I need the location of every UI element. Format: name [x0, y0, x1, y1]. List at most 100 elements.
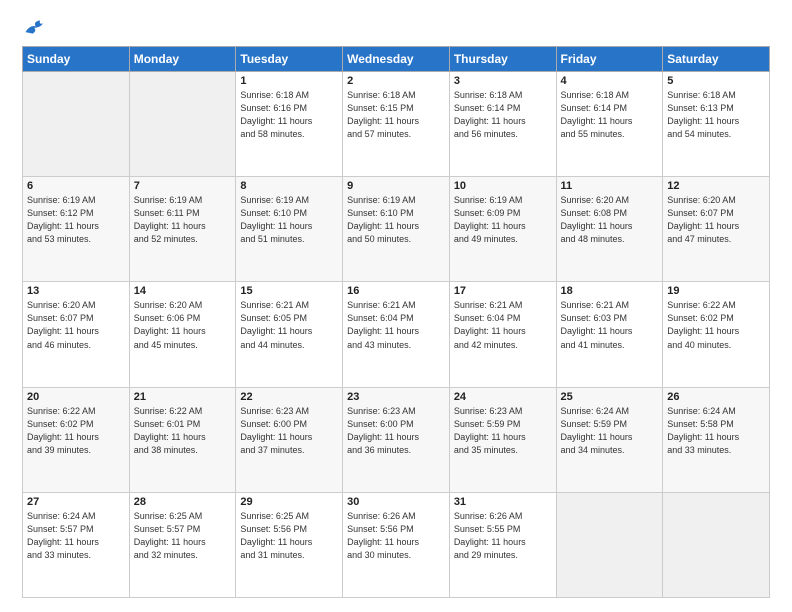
day-info: Sunrise: 6:19 AM Sunset: 6:10 PM Dayligh…	[347, 194, 445, 246]
day-number: 19	[667, 285, 765, 297]
weekday-header-friday: Friday	[556, 47, 663, 72]
day-number: 21	[134, 391, 232, 403]
calendar-cell: 5 Sunrise: 6:18 AM Sunset: 6:13 PM Daylig…	[663, 72, 770, 177]
day-number: 13	[27, 285, 125, 297]
calendar-cell: 7 Sunrise: 6:19 AM Sunset: 6:11 PM Daylig…	[129, 177, 236, 282]
page: SundayMondayTuesdayWednesdayThursdayFrid…	[0, 0, 792, 612]
day-number: 10	[454, 180, 552, 192]
day-info: Sunrise: 6:20 AM Sunset: 6:07 PM Dayligh…	[27, 299, 125, 351]
day-info: Sunrise: 6:20 AM Sunset: 6:07 PM Dayligh…	[667, 194, 765, 246]
day-number: 8	[240, 180, 338, 192]
day-number: 7	[134, 180, 232, 192]
day-number: 31	[454, 496, 552, 508]
day-number: 2	[347, 75, 445, 87]
weekday-header-row: SundayMondayTuesdayWednesdayThursdayFrid…	[23, 47, 770, 72]
calendar-cell: 13 Sunrise: 6:20 AM Sunset: 6:07 PM Dayli…	[23, 282, 130, 387]
calendar-cell: 19 Sunrise: 6:22 AM Sunset: 6:02 PM Dayli…	[663, 282, 770, 387]
calendar-cell: 20 Sunrise: 6:22 AM Sunset: 6:02 PM Dayli…	[23, 387, 130, 492]
day-info: Sunrise: 6:19 AM Sunset: 6:10 PM Dayligh…	[240, 194, 338, 246]
day-number: 27	[27, 496, 125, 508]
weekday-header-saturday: Saturday	[663, 47, 770, 72]
calendar-cell: 1 Sunrise: 6:18 AM Sunset: 6:16 PM Daylig…	[236, 72, 343, 177]
calendar-cell: 14 Sunrise: 6:20 AM Sunset: 6:06 PM Dayli…	[129, 282, 236, 387]
day-info: Sunrise: 6:26 AM Sunset: 5:56 PM Dayligh…	[347, 510, 445, 562]
calendar-cell: 24 Sunrise: 6:23 AM Sunset: 5:59 PM Dayli…	[449, 387, 556, 492]
calendar-cell	[556, 492, 663, 597]
calendar-cell: 29 Sunrise: 6:25 AM Sunset: 5:56 PM Dayli…	[236, 492, 343, 597]
day-info: Sunrise: 6:22 AM Sunset: 6:01 PM Dayligh…	[134, 405, 232, 457]
calendar-cell: 31 Sunrise: 6:26 AM Sunset: 5:55 PM Dayli…	[449, 492, 556, 597]
calendar-cell	[129, 72, 236, 177]
calendar-cell: 16 Sunrise: 6:21 AM Sunset: 6:04 PM Dayli…	[343, 282, 450, 387]
calendar-cell: 22 Sunrise: 6:23 AM Sunset: 6:00 PM Dayli…	[236, 387, 343, 492]
day-info: Sunrise: 6:24 AM Sunset: 5:59 PM Dayligh…	[561, 405, 659, 457]
day-info: Sunrise: 6:18 AM Sunset: 6:13 PM Dayligh…	[667, 89, 765, 141]
day-number: 3	[454, 75, 552, 87]
day-info: Sunrise: 6:18 AM Sunset: 6:14 PM Dayligh…	[561, 89, 659, 141]
calendar-cell: 2Sunrise: 6:18 AM Sunset: 6:15 PM Daylig…	[343, 72, 450, 177]
header	[22, 18, 770, 36]
calendar-cell: 9 Sunrise: 6:19 AM Sunset: 6:10 PM Daylig…	[343, 177, 450, 282]
day-info: Sunrise: 6:23 AM Sunset: 5:59 PM Dayligh…	[454, 405, 552, 457]
week-row-4: 20 Sunrise: 6:22 AM Sunset: 6:02 PM Dayli…	[23, 387, 770, 492]
calendar-cell	[23, 72, 130, 177]
day-number: 24	[454, 391, 552, 403]
weekday-header-sunday: Sunday	[23, 47, 130, 72]
day-info: Sunrise: 6:23 AM Sunset: 6:00 PM Dayligh…	[240, 405, 338, 457]
day-info: Sunrise: 6:22 AM Sunset: 6:02 PM Dayligh…	[27, 405, 125, 457]
day-info: Sunrise: 6:24 AM Sunset: 5:58 PM Dayligh…	[667, 405, 765, 457]
calendar-cell: 12 Sunrise: 6:20 AM Sunset: 6:07 PM Dayli…	[663, 177, 770, 282]
day-number: 4	[561, 75, 659, 87]
calendar-cell: 15 Sunrise: 6:21 AM Sunset: 6:05 PM Dayli…	[236, 282, 343, 387]
calendar-cell: 18 Sunrise: 6:21 AM Sunset: 6:03 PM Dayli…	[556, 282, 663, 387]
day-info: Sunrise: 6:25 AM Sunset: 5:57 PM Dayligh…	[134, 510, 232, 562]
day-number: 16	[347, 285, 445, 297]
logo	[22, 18, 46, 36]
day-number: 22	[240, 391, 338, 403]
weekday-header-wednesday: Wednesday	[343, 47, 450, 72]
calendar-cell: 8 Sunrise: 6:19 AM Sunset: 6:10 PM Daylig…	[236, 177, 343, 282]
calendar-cell: 28Sunrise: 6:25 AM Sunset: 5:57 PM Dayli…	[129, 492, 236, 597]
day-info: Sunrise: 6:21 AM Sunset: 6:05 PM Dayligh…	[240, 299, 338, 351]
calendar-cell: 4 Sunrise: 6:18 AM Sunset: 6:14 PM Daylig…	[556, 72, 663, 177]
calendar-cell: 26Sunrise: 6:24 AM Sunset: 5:58 PM Dayli…	[663, 387, 770, 492]
calendar-cell: 6Sunrise: 6:19 AM Sunset: 6:12 PM Daylig…	[23, 177, 130, 282]
day-number: 1	[240, 75, 338, 87]
calendar-cell: 10 Sunrise: 6:19 AM Sunset: 6:09 PM Dayli…	[449, 177, 556, 282]
week-row-5: 27Sunrise: 6:24 AM Sunset: 5:57 PM Dayli…	[23, 492, 770, 597]
day-info: Sunrise: 6:23 AM Sunset: 6:00 PM Dayligh…	[347, 405, 445, 457]
day-number: 30	[347, 496, 445, 508]
day-info: Sunrise: 6:25 AM Sunset: 5:56 PM Dayligh…	[240, 510, 338, 562]
calendar-cell: 27Sunrise: 6:24 AM Sunset: 5:57 PM Dayli…	[23, 492, 130, 597]
day-number: 15	[240, 285, 338, 297]
day-number: 12	[667, 180, 765, 192]
calendar-cell: 17Sunrise: 6:21 AM Sunset: 6:04 PM Dayli…	[449, 282, 556, 387]
day-info: Sunrise: 6:26 AM Sunset: 5:55 PM Dayligh…	[454, 510, 552, 562]
day-info: Sunrise: 6:21 AM Sunset: 6:03 PM Dayligh…	[561, 299, 659, 351]
day-info: Sunrise: 6:22 AM Sunset: 6:02 PM Dayligh…	[667, 299, 765, 351]
day-info: Sunrise: 6:21 AM Sunset: 6:04 PM Dayligh…	[347, 299, 445, 351]
calendar-cell: 3 Sunrise: 6:18 AM Sunset: 6:14 PM Daylig…	[449, 72, 556, 177]
day-info: Sunrise: 6:20 AM Sunset: 6:06 PM Dayligh…	[134, 299, 232, 351]
day-info: Sunrise: 6:18 AM Sunset: 6:14 PM Dayligh…	[454, 89, 552, 141]
day-number: 18	[561, 285, 659, 297]
day-number: 14	[134, 285, 232, 297]
day-info: Sunrise: 6:19 AM Sunset: 6:11 PM Dayligh…	[134, 194, 232, 246]
day-number: 6	[27, 180, 125, 192]
day-number: 29	[240, 496, 338, 508]
day-number: 5	[667, 75, 765, 87]
calendar-cell: 30 Sunrise: 6:26 AM Sunset: 5:56 PM Dayli…	[343, 492, 450, 597]
calendar-cell: 25 Sunrise: 6:24 AM Sunset: 5:59 PM Dayli…	[556, 387, 663, 492]
calendar-cell: 21 Sunrise: 6:22 AM Sunset: 6:01 PM Dayli…	[129, 387, 236, 492]
weekday-header-thursday: Thursday	[449, 47, 556, 72]
day-number: 25	[561, 391, 659, 403]
day-number: 9	[347, 180, 445, 192]
day-number: 20	[27, 391, 125, 403]
day-number: 23	[347, 391, 445, 403]
day-number: 17	[454, 285, 552, 297]
day-info: Sunrise: 6:19 AM Sunset: 6:09 PM Dayligh…	[454, 194, 552, 246]
logo-bird-icon	[24, 18, 46, 36]
day-info: Sunrise: 6:18 AM Sunset: 6:16 PM Dayligh…	[240, 89, 338, 141]
calendar-cell	[663, 492, 770, 597]
day-info: Sunrise: 6:20 AM Sunset: 6:08 PM Dayligh…	[561, 194, 659, 246]
